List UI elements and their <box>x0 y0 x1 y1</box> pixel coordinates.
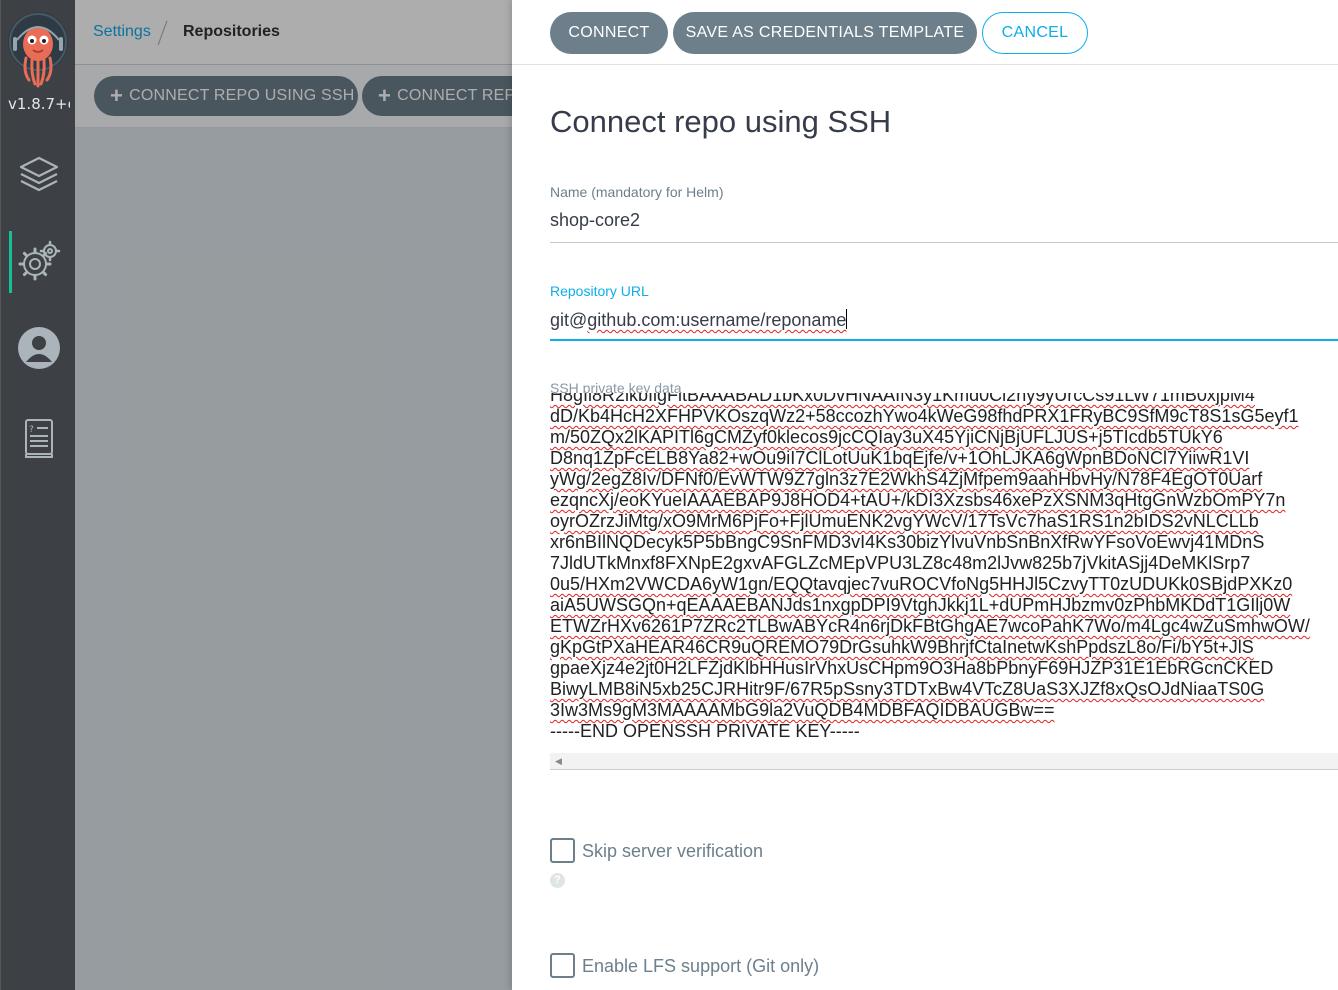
svg-text:?: ? <box>29 425 34 435</box>
nav-docs[interactable]: ? <box>1 407 76 469</box>
panel-title: Connect repo using SSH <box>550 104 892 139</box>
nav-applications[interactable] <box>1 144 76 206</box>
ssh-key-line: H8gIi8R2lkbIigFitBAAABAD1bKx0DvHNAAIN3y1… <box>550 393 1255 405</box>
enable-lfs-label[interactable]: Enable LFS support (Git only) <box>582 956 819 977</box>
ssh-key-line: xr6nBIlNQDecyk5P5bBngC9SnFMD3vI4Ks30bizY… <box>550 532 1265 552</box>
modal-overlay[interactable] <box>75 0 512 990</box>
scroll-left-icon[interactable]: ◀ <box>555 756 562 767</box>
name-field-underline <box>550 242 1338 243</box>
ssh-key-line: D8nq1ZpFcELB8Ya82+wOu9iI7ClLotUuK1bqEjfe… <box>550 448 1250 468</box>
argo-logo[interactable] <box>7 10 69 90</box>
docs-icon: ? <box>23 418 55 458</box>
save-credentials-template-button[interactable]: SAVE AS CREDENTIALS TEMPLATE <box>673 12 977 54</box>
connect-button[interactable]: CONNECT <box>550 12 668 54</box>
skip-verification-label[interactable]: Skip server verification <box>582 841 763 862</box>
name-field-label: Name (mandatory for Helm) <box>550 184 724 200</box>
horizontal-scrollbar[interactable]: ◀ <box>550 753 1338 770</box>
ssh-key-line: oyrOZrzJiMtg/xO9MrM6PjFo+FjlUmuENK2vgYWc… <box>550 511 1259 531</box>
ssh-key-line: gKpGtPXaHEAR46CR9uQREMO79DrGsuhkW9BhrjfC… <box>550 637 1254 657</box>
panel-header: CONNECT SAVE AS CREDENTIALS TEMPLATE CAN… <box>512 0 1338 65</box>
ssh-key-line: m/50ZQx2lKAPITl6gCMZyf0klecos9jcCQIay3uX… <box>550 427 1223 447</box>
ssh-key-textarea[interactable]: H8gIi8R2lkbIigFitBAAABAD1bKx0DvHNAAIN3y1… <box>550 393 1338 753</box>
cancel-button[interactable]: CANCEL <box>982 12 1088 54</box>
ssh-key-line: dD/Kb4HcH2XFHPVKOszqWz2+58ccozhYwo4kWeG9… <box>550 406 1299 426</box>
layers-icon <box>18 154 60 196</box>
name-field[interactable]: shop-core2 <box>550 210 640 231</box>
connect-repo-panel: CONNECT SAVE AS CREDENTIALS TEMPLATE CAN… <box>512 0 1338 990</box>
gears-icon <box>17 240 61 284</box>
ssh-key-line: 7JldUTkMnxf8FXNpE2gxvAFGLZcMEpVPU3LZ8c48… <box>550 553 1251 573</box>
ssh-key-line: ETWZrHXv6261P7ZRc2TLBwABYcR4n6rjDkFBtGhg… <box>550 616 1310 636</box>
ssh-key-line: yWg/2egZ8Iv/DFNf0/EvWTW9Z7gln3z7E2WkhS4Z… <box>550 469 1263 489</box>
ssh-key-line: -----END OPENSSH PRIVATE KEY----- <box>550 721 860 741</box>
ssh-key-line: 3Iw3Ms9gM3MAAAAMbG9la2VuQDB4MDBFAQIDBAUG… <box>550 700 1055 720</box>
ssh-key-line: ezqncXj/eoKYueIAAAEBAP9J8HOD4+tAU+/kDI3X… <box>550 490 1286 510</box>
enable-lfs-checkbox[interactable] <box>550 953 575 978</box>
ssh-key-line: BiwyLMB8iN5xb25CJRHitr9F/67R5pSsny3TDTxB… <box>550 679 1265 699</box>
version-label: v1.8.7+e <box>8 95 70 113</box>
skip-verification-checkbox[interactable] <box>550 838 575 863</box>
repo-url-underline <box>550 339 1338 341</box>
user-icon <box>17 326 61 370</box>
ssh-key-line: 0u5/HXm2VWCDA6yW1gn/EQQtavqjec7vuROCVfoN… <box>550 574 1293 594</box>
nav-settings[interactable] <box>1 231 76 293</box>
text-caret <box>846 309 848 329</box>
ssh-key-line: aiA5UWSGQn+qEAAAEBANJds1nxgpDPI9VtghJkkj… <box>550 595 1291 615</box>
repo-url-label: Repository URL <box>550 283 649 299</box>
ssh-key-line: gpaeXjz4e2jt0H2LFZjdKlbHHusIrVhxUsCHpm9O… <box>550 658 1274 678</box>
side-nav: v1.8.7+e ? <box>0 0 75 990</box>
repo-url-field[interactable]: git@github.com:username/reponame <box>550 309 848 331</box>
help-icon[interactable]: ? <box>550 873 565 888</box>
nav-user-info[interactable] <box>1 317 76 379</box>
